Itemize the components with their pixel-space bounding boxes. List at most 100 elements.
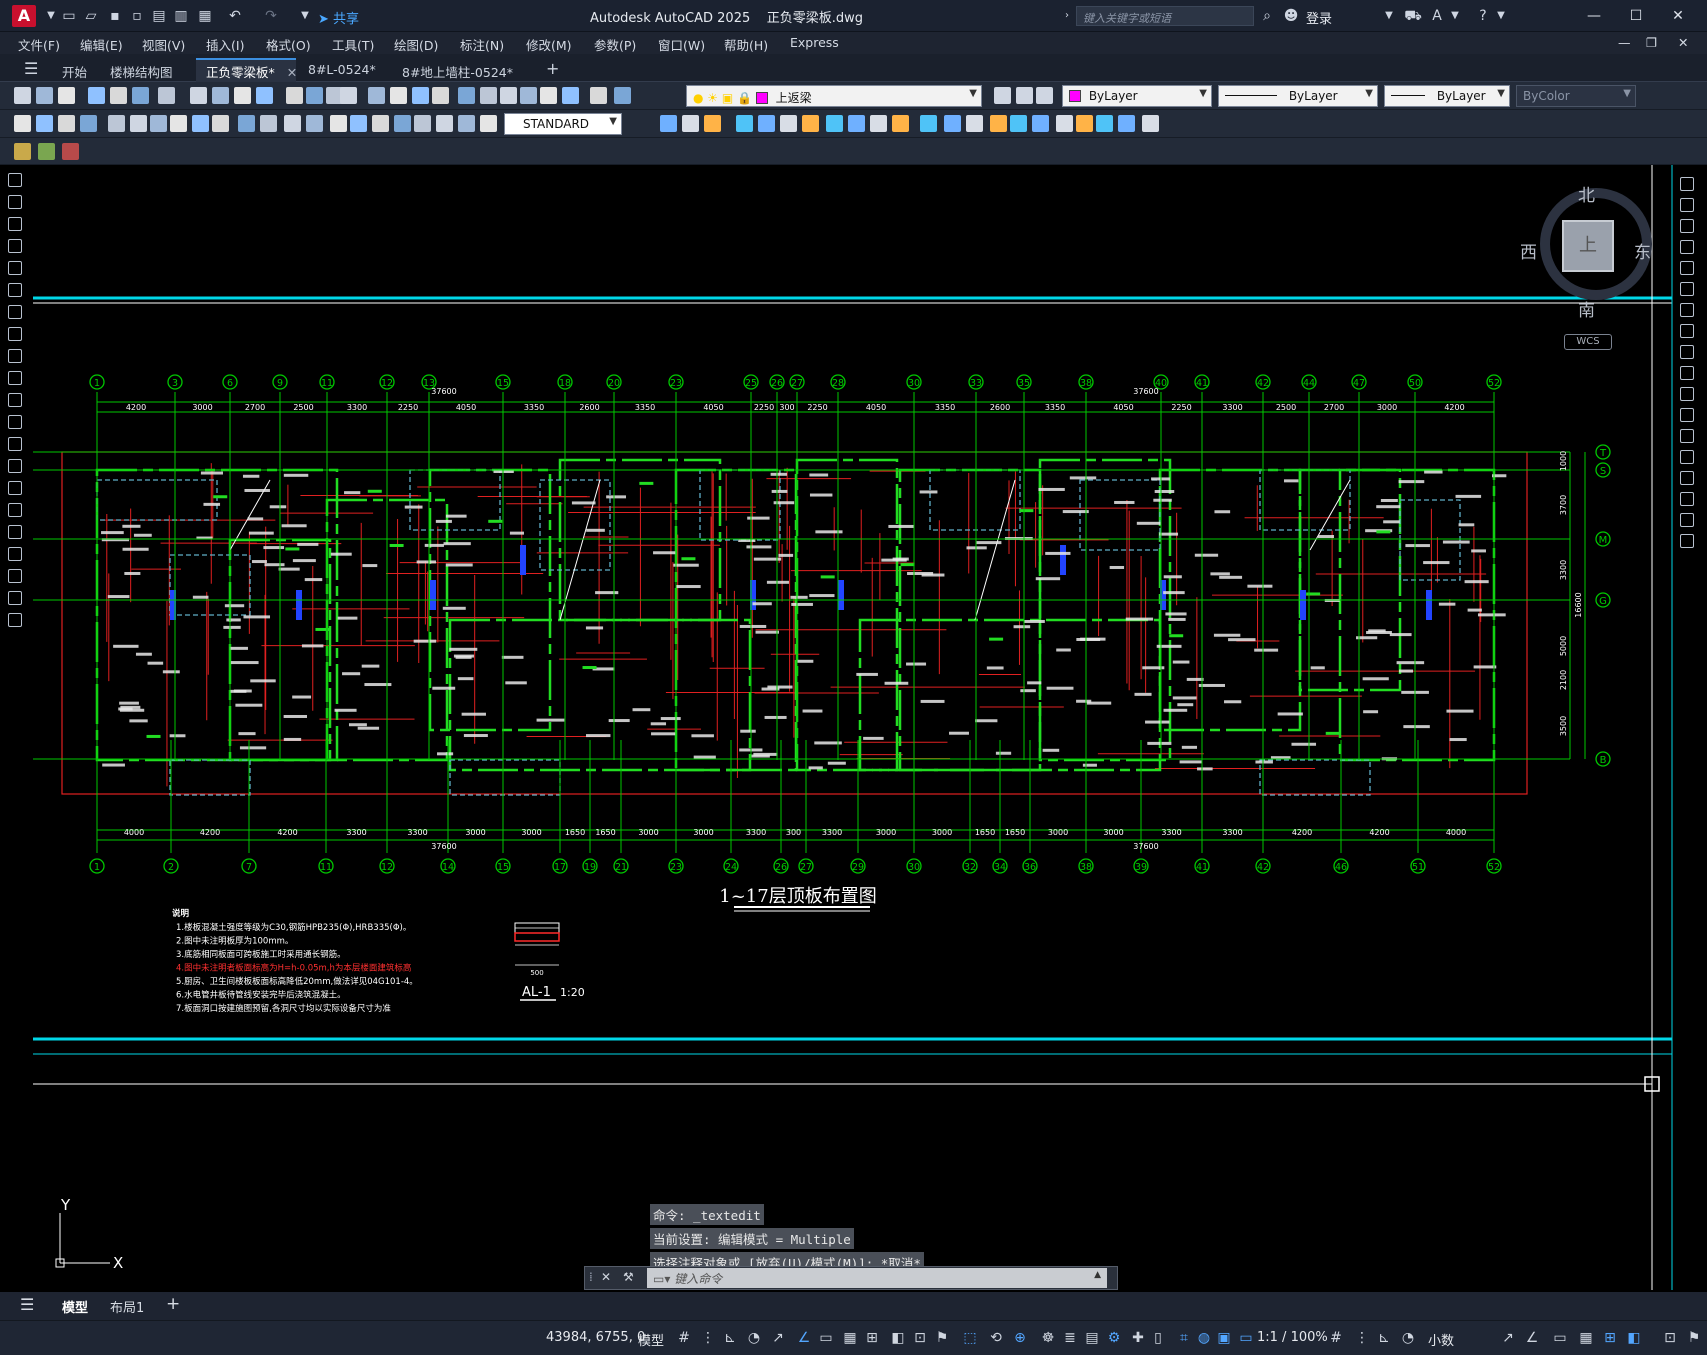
compass-west[interactable]: 西	[1520, 238, 1537, 263]
modify-tool-icon[interactable]	[660, 115, 677, 132]
layer-properties-icon[interactable]	[14, 143, 31, 160]
modify-tool-icon[interactable]	[758, 115, 775, 132]
draw-tool-icon[interactable]	[8, 415, 22, 429]
status-toggle-icon[interactable]: ⊾	[722, 1330, 738, 1346]
dimension-tool-icon[interactable]	[170, 115, 187, 132]
standard-tool-icon[interactable]	[286, 87, 303, 104]
status-toggle-icon[interactable]: ⊕	[1012, 1330, 1028, 1346]
new-tab-icon[interactable]: +	[536, 58, 569, 82]
compass-east[interactable]: 东	[1634, 238, 1651, 263]
tab-active-drawing[interactable]: 正负零梁板* ✕	[196, 58, 297, 82]
status-toggle-icon[interactable]: ⋮	[700, 1330, 716, 1346]
status-toggle-icon[interactable]: ⚑	[934, 1330, 950, 1346]
standard-tool-icon[interactable]	[458, 87, 475, 104]
maximize-window-button[interactable]: ☐	[1624, 6, 1648, 26]
dimension-tool-icon[interactable]	[330, 115, 347, 132]
menu-dimension[interactable]: 标注(N)	[460, 35, 504, 54]
user-icon[interactable]: ☻	[1282, 7, 1300, 25]
draw-tool-icon[interactable]	[8, 591, 22, 605]
menu-edit[interactable]: 编辑(E)	[80, 35, 123, 54]
dimension-tool-icon[interactable]	[414, 115, 431, 132]
standard-tool-icon[interactable]	[306, 87, 323, 104]
menu-help[interactable]: 帮助(H)	[724, 35, 768, 54]
status-toggle-icon[interactable]: #	[1328, 1330, 1344, 1346]
dimension-tool-icon[interactable]	[192, 115, 209, 132]
tab-stair-structure[interactable]: 楼梯结构图	[100, 58, 183, 82]
status-toggle-icon[interactable]: ◍	[1196, 1330, 1212, 1346]
standard-tool-icon[interactable]	[590, 87, 607, 104]
compass-south[interactable]: 南	[1578, 296, 1595, 321]
draw-tool-icon[interactable]	[8, 305, 22, 319]
search-expand-icon[interactable]: ›	[1058, 7, 1076, 25]
modify-tool-icon[interactable]	[1032, 115, 1049, 132]
dimension-tool-icon[interactable]	[458, 115, 475, 132]
status-toggle-icon[interactable]: ✚	[1130, 1330, 1146, 1346]
draw-tool-icon[interactable]	[8, 393, 22, 407]
draw-tool-icon[interactable]	[8, 613, 22, 627]
app-menu-chevron-icon[interactable]: ▼	[42, 7, 60, 25]
dimension-tool-icon[interactable]	[130, 115, 147, 132]
menu-insert[interactable]: 插入(I)	[206, 35, 244, 54]
modify-tool-icon[interactable]	[1680, 450, 1694, 464]
menu-express[interactable]: Express	[790, 35, 839, 50]
modify-tool-icon[interactable]	[1680, 429, 1694, 443]
modify-tool-icon[interactable]	[704, 115, 721, 132]
model-space-toggle[interactable]: 模型	[638, 1330, 664, 1349]
draw-tool-icon[interactable]	[8, 371, 22, 385]
draw-tool-icon[interactable]	[8, 261, 22, 275]
status-toggle-icon[interactable]: ⬚	[962, 1330, 978, 1346]
dimension-tool-icon[interactable]	[14, 115, 31, 132]
standard-tool-icon[interactable]	[368, 87, 385, 104]
standard-tool-icon[interactable]	[190, 87, 207, 104]
match-layer-icon[interactable]	[994, 87, 1011, 104]
menu-view[interactable]: 视图(V)	[142, 35, 185, 54]
hamburger-menu-icon[interactable]: ☰	[14, 58, 48, 82]
status-toggle-icon[interactable]: ⚑	[1686, 1330, 1702, 1346]
close-window-button[interactable]: ✕	[1666, 6, 1690, 26]
status-toggle-icon[interactable]: ⊾	[1376, 1330, 1392, 1346]
standard-tool-icon[interactable]	[540, 87, 557, 104]
draw-tool-icon[interactable]	[8, 547, 22, 561]
draw-tool-icon[interactable]	[8, 569, 22, 583]
standard-tool-icon[interactable]	[412, 87, 429, 104]
standard-tool-icon[interactable]	[520, 87, 537, 104]
dimension-tool-icon[interactable]	[306, 115, 323, 132]
autocad-logo-icon[interactable]: A	[12, 5, 36, 27]
layer-previous-icon[interactable]	[62, 143, 79, 160]
share-button[interactable]: ➤ 共享	[318, 8, 359, 27]
modify-tool-icon[interactable]	[1056, 115, 1073, 132]
standard-tool-icon[interactable]	[88, 87, 105, 104]
layer-dropdown[interactable]: ● ☀ ▣ 🔒 上返梁 ▼	[686, 85, 982, 107]
doc-restore-button[interactable]: ❐	[1646, 35, 1657, 50]
tab-model[interactable]: 模型	[62, 1297, 88, 1316]
autodesk-app-store-icon[interactable]: ⛟	[1404, 7, 1422, 25]
close-command-line-icon[interactable]: ✕	[601, 1270, 611, 1284]
modify-tool-icon[interactable]	[1142, 115, 1159, 132]
new-file-icon[interactable]: ▭	[60, 7, 78, 25]
draw-tool-icon[interactable]	[8, 525, 22, 539]
plot-icon[interactable]: ▦	[196, 7, 214, 25]
status-toggle-icon[interactable]: ⟲	[988, 1330, 1004, 1346]
status-toggle-icon[interactable]: ⊞	[1602, 1330, 1618, 1346]
modify-tool-icon[interactable]	[990, 115, 1007, 132]
modify-tool-icon[interactable]	[848, 115, 865, 132]
status-toggle-icon[interactable]: ☸	[1040, 1330, 1056, 1346]
draw-tool-icon[interactable]	[8, 503, 22, 517]
status-toggle-icon[interactable]: ◧	[890, 1330, 906, 1346]
cursor-coordinates[interactable]: 43984, 6755, 0	[546, 1330, 645, 1345]
draw-tool-icon[interactable]	[8, 173, 22, 187]
menu-draw[interactable]: 绘图(D)	[394, 35, 438, 54]
modify-tool-icon[interactable]	[892, 115, 909, 132]
modify-tool-icon[interactable]	[1680, 408, 1694, 422]
add-layout-icon[interactable]: +	[166, 1294, 180, 1314]
dimension-tool-icon[interactable]	[350, 115, 367, 132]
status-toggle-icon[interactable]: ≣	[1062, 1330, 1078, 1346]
viewcube-top-face[interactable]: 上	[1562, 220, 1614, 272]
modify-tool-icon[interactable]	[1680, 345, 1694, 359]
dimension-tool-icon[interactable]	[284, 115, 301, 132]
dimension-tool-icon[interactable]	[212, 115, 229, 132]
tab-start[interactable]: 开始	[52, 58, 97, 82]
dimension-tool-icon[interactable]	[260, 115, 277, 132]
menu-modify[interactable]: 修改(M)	[526, 35, 572, 54]
save-as-icon[interactable]: ▫	[128, 7, 146, 25]
